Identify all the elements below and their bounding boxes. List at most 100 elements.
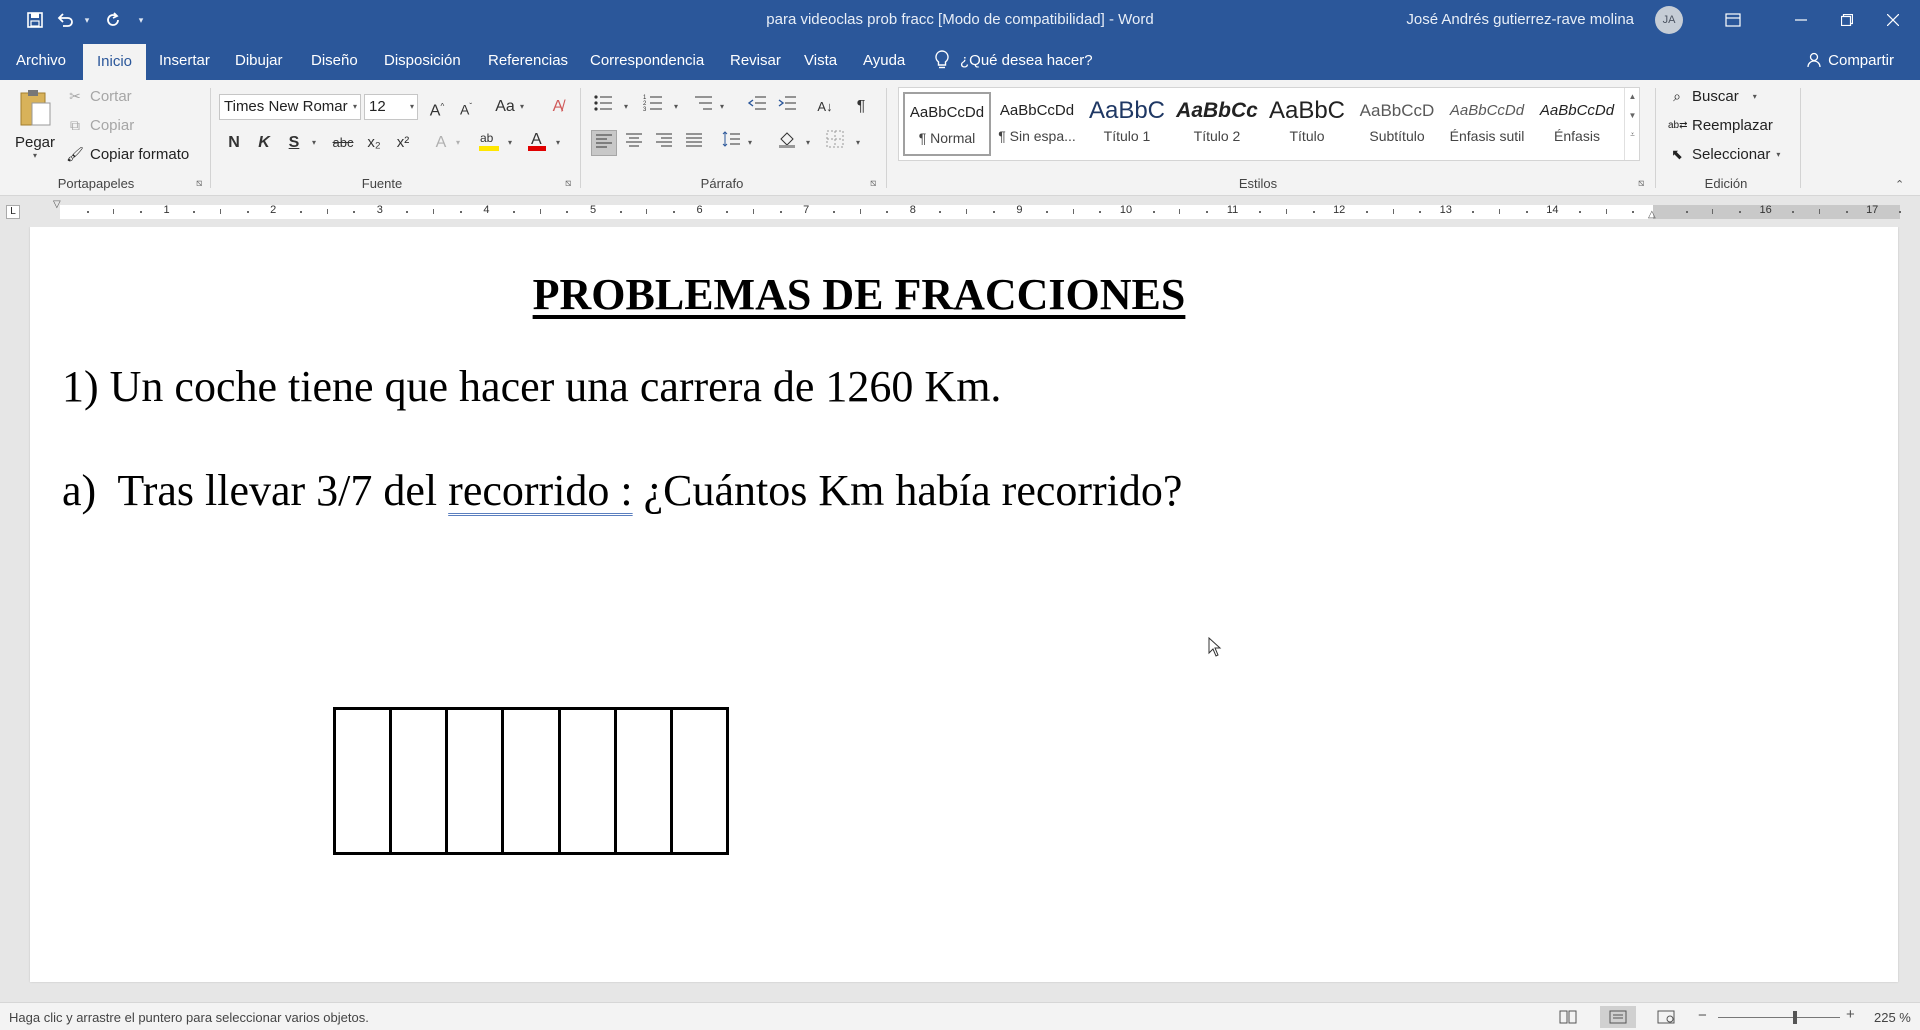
zoom-slider-thumb[interactable] [1792, 1011, 1797, 1024]
grow-font-icon[interactable]: A^ [424, 94, 450, 120]
underline-dropdown-icon[interactable]: ▾ [312, 138, 316, 147]
sort-icon[interactable]: A↓ [812, 94, 838, 120]
tab-diseno[interactable]: Diseño [309, 40, 360, 80]
line-spacing-icon[interactable] [718, 130, 744, 156]
fraction-cell[interactable] [561, 710, 617, 852]
problem-statement[interactable]: 1) Un coche tiene que hacer una carrera … [62, 361, 1001, 412]
chevron-up-icon[interactable]: ▲ [1625, 92, 1640, 101]
find-button[interactable]: ⌕ Buscar ▾ [1668, 88, 1757, 105]
multilevel-list-icon[interactable] [690, 94, 716, 120]
fraction-cell[interactable] [336, 710, 393, 852]
superscript-button[interactable]: x² [390, 130, 416, 156]
zoom-out-icon[interactable]: − [1698, 1007, 1707, 1024]
show-formatting-marks-icon[interactable]: ¶ [848, 94, 874, 120]
align-center-icon[interactable] [621, 130, 647, 156]
font-launcher-icon[interactable]: ⧅ [565, 178, 571, 189]
problem-question[interactable]: a) Tras llevar 3/7 del recorrido : ¿Cuán… [62, 465, 1182, 516]
style-subtitle[interactable]: AaBbCcD Subtítulo [1353, 92, 1441, 156]
document-area[interactable]: PROBLEMAS DE FRACCIONES 1) Un coche tien… [0, 227, 1920, 1002]
zoom-in-icon[interactable]: + [1846, 1006, 1855, 1023]
more-styles-icon[interactable]: ⩡ [1625, 130, 1640, 140]
shading-dropdown-icon[interactable]: ▾ [806, 138, 810, 147]
copy-button[interactable]: ⧉ Copiar [66, 117, 134, 134]
increase-indent-icon[interactable] [774, 94, 800, 120]
borders-icon[interactable] [822, 130, 848, 156]
minimize-icon[interactable] [1778, 0, 1824, 40]
tab-insertar[interactable]: Insertar [157, 40, 212, 80]
numbering-dropdown-icon[interactable]: ▾ [674, 102, 678, 111]
tab-ayuda[interactable]: Ayuda [861, 40, 907, 80]
fraction-diagram[interactable] [333, 707, 729, 855]
change-case-dropdown-icon[interactable]: ▾ [520, 102, 524, 111]
horizontal-ruler[interactable]: L ▽ △ 1 2 3 4 5 6 7 8 9 10 11 12 13 14 16 17 [0, 197, 1920, 227]
tell-me-search[interactable]: ¿Qué desea hacer? [934, 40, 1093, 80]
zoom-level[interactable]: 225 % [1874, 1010, 1911, 1025]
font-name-combo[interactable]: Times New Romar ▾ [219, 94, 361, 120]
align-right-icon[interactable] [651, 130, 677, 156]
fraction-cell[interactable] [504, 710, 561, 852]
text-effects-dropdown-icon[interactable]: ▾ [456, 138, 460, 147]
font-color-dropdown-icon[interactable]: ▾ [556, 138, 560, 147]
numbering-icon[interactable]: 123 [640, 94, 666, 120]
zoom-slider[interactable] [1718, 1017, 1840, 1018]
font-size-combo[interactable]: 12 ▾ [364, 94, 418, 120]
clear-formatting-icon[interactable]: A̸ [545, 94, 571, 120]
cut-button[interactable]: ✂ Cortar [66, 88, 132, 105]
multilevel-dropdown-icon[interactable]: ▾ [720, 102, 724, 111]
italic-button[interactable]: K [251, 130, 277, 156]
tab-revisar[interactable]: Revisar [728, 40, 783, 80]
tab-vista[interactable]: Vista [802, 40, 839, 80]
fraction-cell[interactable] [617, 710, 673, 852]
right-indent-marker-icon[interactable]: △ [1648, 209, 1656, 220]
tab-dibujar[interactable]: Dibujar [233, 40, 285, 80]
decrease-indent-icon[interactable] [744, 94, 770, 120]
subscript-button[interactable]: x₂ [361, 130, 387, 156]
style-normal[interactable]: AaBbCcDd ¶ Normal [903, 92, 991, 156]
highlight-dropdown-icon[interactable]: ▾ [508, 138, 512, 147]
bullets-icon[interactable] [590, 94, 616, 120]
style-heading-2[interactable]: AaBbCc Título 2 [1173, 92, 1261, 156]
tab-archivo[interactable]: Archivo [14, 40, 68, 80]
styles-launcher-icon[interactable]: ⧅ [1638, 178, 1644, 189]
print-layout-icon[interactable] [1600, 1006, 1636, 1028]
strikethrough-button[interactable]: abc [330, 130, 356, 156]
font-color-icon[interactable]: A [524, 128, 550, 154]
style-emphasis[interactable]: AaBbCcDd Énfasis [1533, 92, 1621, 156]
highlight-icon[interactable]: ab [476, 128, 502, 154]
style-subtle-emphasis[interactable]: AaBbCcDd Énfasis sutil [1443, 92, 1531, 156]
align-left-icon[interactable] [591, 130, 617, 156]
paste-dropdown-icon[interactable]: ▾ [12, 151, 58, 160]
text-effects-icon[interactable]: A [428, 130, 454, 156]
bold-button[interactable]: N [221, 130, 247, 156]
fraction-cell[interactable] [673, 710, 726, 852]
style-no-spacing[interactable]: AaBbCcDd ¶ Sin espa... [993, 92, 1081, 156]
replace-button[interactable]: ab⇄ Reemplazar [1668, 117, 1773, 134]
document-heading[interactable]: PROBLEMAS DE FRACCIONES [30, 269, 1688, 320]
document-page[interactable]: PROBLEMAS DE FRACCIONES 1) Un coche tien… [30, 227, 1898, 982]
fraction-cell[interactable] [448, 710, 505, 852]
read-mode-icon[interactable] [1550, 1006, 1586, 1028]
web-layout-icon[interactable] [1648, 1006, 1684, 1028]
shrink-font-icon[interactable]: Aˇ [453, 94, 479, 120]
tab-correspondencia[interactable]: Correspondencia [588, 40, 706, 80]
style-heading-1[interactable]: AaBbC Título 1 [1083, 92, 1171, 156]
shading-icon[interactable] [774, 130, 800, 156]
restore-icon[interactable] [1824, 0, 1870, 40]
user-name[interactable]: José Andrés gutierrez-rave molina [1406, 11, 1634, 28]
indent-marker-icon[interactable]: ▽ [53, 199, 61, 210]
clipboard-launcher-icon[interactable]: ⧅ [196, 178, 202, 189]
tab-inicio[interactable]: Inicio [83, 44, 147, 80]
style-title[interactable]: AaBbC Título [1263, 92, 1351, 156]
paste-button[interactable]: Pegar ▾ [12, 88, 58, 168]
close-icon[interactable] [1870, 0, 1916, 40]
select-button[interactable]: ⬉ Seleccionar ▾ [1668, 146, 1780, 163]
tab-selector-icon[interactable]: L [6, 205, 20, 219]
borders-dropdown-icon[interactable]: ▾ [856, 138, 860, 147]
underline-button[interactable]: S [281, 130, 307, 156]
justify-icon[interactable] [681, 130, 707, 156]
fraction-cell[interactable] [392, 710, 449, 852]
tab-disposicion[interactable]: Disposición [382, 40, 463, 80]
chevron-down-icon[interactable]: ▼ [1625, 111, 1640, 120]
grammar-flagged-text[interactable]: recorrido : [448, 466, 632, 515]
bullets-dropdown-icon[interactable]: ▾ [624, 102, 628, 111]
